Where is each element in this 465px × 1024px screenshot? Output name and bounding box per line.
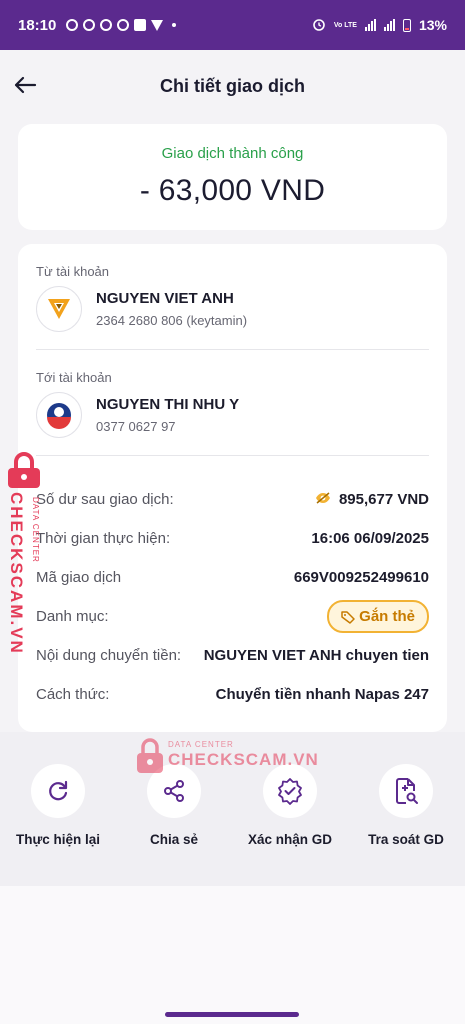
sender-name: NGUYEN VIET ANH [96,290,234,307]
confirm-transaction-label: Xác nhận GD [247,832,333,847]
messenger-icon [117,19,130,31]
messenger-icon [100,19,113,31]
status-bar: 18:10 Vo LTE 13% [0,0,465,50]
to-account-section: Tới tài khoản NGUYEN THI NHU Y 0377 0627… [36,350,429,456]
code-row: Mã giao dịch 669V009252499610 [36,558,429,597]
lock-watermark-icon [8,452,40,488]
app-notification-icon [134,19,147,31]
detail-rows: Số dư sau giao dịch: 895,677 VND Thời gi… [36,456,429,714]
home-indicator[interactable] [165,1012,299,1017]
balance-row: Số dư sau giao dịch: 895,677 VND [36,480,429,519]
battery-percent: 13% [418,17,447,33]
lock-watermark-icon [137,738,163,773]
time-value: 16:06 06/09/2025 [311,530,429,547]
notification-icons [66,19,177,31]
share-label: Chia sẻ [149,832,199,847]
retry-label: Thực hiện lại [15,832,101,847]
method-row: Cách thức: Chuyển tiền nhanh Napas 247 [36,675,429,714]
hide-balance-eye-icon[interactable] [315,491,331,508]
app-bar: Chi tiết giao dịch [0,50,465,122]
page-title: Chi tiết giao dịch [159,75,305,96]
code-value: 669V009252499610 [293,569,429,586]
watermark-vertical: CHECKSCAM.VN DATA CENTER [4,452,48,655]
recipient-name: NGUYEN THI NHU Y [96,396,240,413]
signal-4g-icon [383,19,395,31]
method-value: Chuyển tiền nhanh Napas 247 [215,686,429,703]
battery-icon [402,18,411,32]
sender-bank-logo-icon [36,286,82,332]
refresh-icon [49,780,68,801]
watermark-center: DATA CENTER CHECKSCAM.VN [136,738,326,778]
vpn-icon [151,19,164,31]
messenger-icon [66,19,79,31]
from-account-section: Từ tài khoản NGUYEN VIET ANH 2364 2680 8… [36,244,429,350]
transaction-summary-card: Giao dịch thành công - 63,000 VND [18,124,447,230]
watermark-center-brand: CHECKSCAM.VN [168,750,319,769]
code-label: Mã giao dịch [36,569,122,586]
retry-button[interactable]: Thực hiện lại [0,764,116,847]
verified-badge-icon [278,778,302,805]
bottom-area [0,886,465,1024]
share-icon [164,780,184,802]
transaction-status: Giao dịch thành công [161,145,304,162]
watermark-sub: DATA CENTER [31,497,40,563]
content-label: Nội dung chuyển tiền: [36,647,182,664]
recipient-account-number: 0377 0627 97 [96,419,176,434]
tag-icon [341,610,355,624]
transaction-detail-card: Từ tài khoản NGUYEN VIET ANH 2364 2680 8… [18,244,447,732]
content-value: NGUYEN VIET ANH chuyen tien [203,647,429,664]
recipient-bank-logo-icon [36,392,82,438]
category-row: Danh mục: Gắn thẻ [36,597,429,636]
watermark-brand: CHECKSCAM.VN [7,492,26,655]
lookup-transaction-button[interactable]: Tra soát GD [348,764,464,847]
add-tag-label: Gắn thẻ [359,608,415,625]
watermark-center-sub: DATA CENTER [168,740,234,749]
back-arrow-icon [14,76,37,94]
status-time: 18:10 [18,16,57,34]
alarm-icon [312,17,326,34]
from-account-label: Từ tài khoản [36,264,110,279]
time-label: Thời gian thực hiện: [36,530,171,547]
signal-icon [364,19,376,31]
add-tag-button[interactable]: Gắn thẻ [327,600,429,633]
lookup-transaction-label: Tra soát GD [368,832,444,847]
transaction-amount: - 63,000 VND [139,174,326,207]
volte-icon: Vo LTE [333,21,357,29]
messenger-icon [83,19,96,31]
sender-account-number: 2364 2680 806 (keytamin) [96,313,248,328]
balance-value: 895,677 VND [338,491,429,508]
time-row: Thời gian thực hiện: 16:06 06/09/2025 [36,519,429,558]
balance-label: Số dư sau giao dịch: [36,491,174,508]
method-label: Cách thức: [36,686,110,703]
back-button[interactable] [10,70,40,100]
document-search-icon [396,778,418,804]
to-account-label: Tới tài khoản [36,370,112,385]
content-row: Nội dung chuyển tiền: NGUYEN VIET ANH ch… [36,636,429,675]
more-notifications-icon [172,23,177,27]
